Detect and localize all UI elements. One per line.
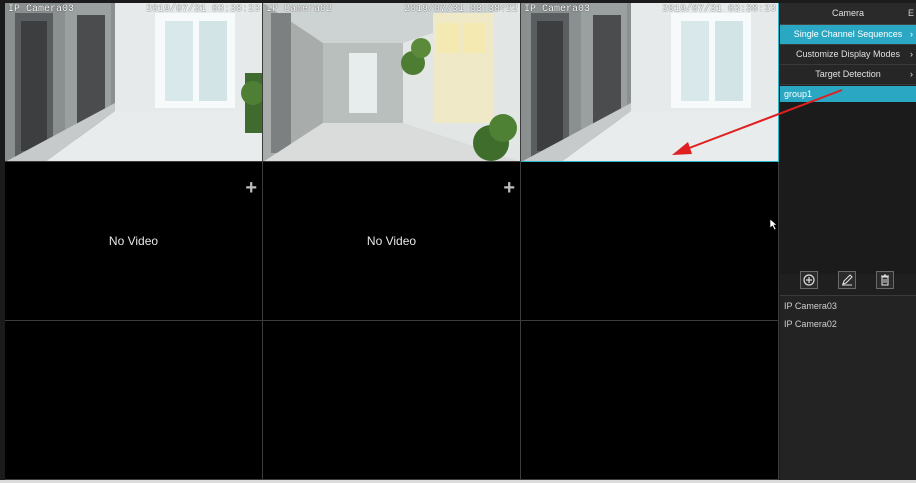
menu-item-label: Target Detection [815,69,881,79]
no-video-label: No Video [366,234,417,248]
tab-camera[interactable]: Camera E [780,3,916,25]
add-camera-icon[interactable]: + [503,178,515,198]
group-toolbar [780,269,916,293]
camera-list-item[interactable]: IP Camera03 [780,298,916,314]
menu-single-channel-sequences[interactable]: Single Channel Sequences › [780,25,916,45]
video-cell-1[interactable]: IP Camera03 2019/07/31 03:38:23 [5,3,263,162]
chevron-right-icon: › [910,29,913,39]
no-video-label: No Video [108,234,159,248]
video-cell-9[interactable] [521,321,779,480]
video-cell-4[interactable]: + No Video [5,162,263,321]
menu-customize-display-modes[interactable]: Customize Display Modes › [780,45,916,65]
video-cell-7[interactable] [5,321,263,480]
camera-feed-image [5,3,262,161]
camera-feed-image [521,3,778,161]
group-list-area [780,102,916,274]
chevron-right-icon: › [910,69,913,79]
video-cell-6[interactable] [521,162,779,321]
tab-second[interactable]: E [908,3,914,24]
menu-item-label: Single Channel Sequences [793,29,903,39]
menu-target-detection[interactable]: Target Detection › [780,65,916,85]
delete-icon[interactable] [876,271,894,289]
video-grid: IP Camera03 2019/07/31 03:38:23 IP Camer… [5,3,779,480]
video-cell-8[interactable] [263,321,521,480]
side-panel: Camera E Single Channel Sequences › Cust… [780,3,916,481]
menu-item-label: Customize Display Modes [795,49,901,59]
camera-name-label: IP Camera02 [266,4,333,15]
group-list-item[interactable]: group1 [780,86,916,102]
mouse-cursor-icon [770,219,778,231]
tab-camera-label: Camera [831,8,864,18]
video-cell-2[interactable]: IP Camera02 2019/07/31 03:38:22 [263,3,521,162]
camera-list-item[interactable]: IP Camera02 [780,316,916,332]
camera-feed-image [263,3,520,161]
camera-name-label: IP Camera03 [8,4,75,15]
video-cell-5[interactable]: + No Video [263,162,521,321]
add-icon[interactable] [800,271,818,289]
camera-name-label: IP Camera03 [524,4,591,15]
camera-timestamp: 2019/07/31 03:38:22 [403,4,518,15]
add-camera-icon[interactable]: + [245,178,257,198]
camera-list: IP Camera03 IP Camera02 [780,295,916,481]
camera-timestamp: 2019/07/31 03:38:23 [661,4,776,15]
video-cell-3[interactable]: IP Camera03 2019/07/31 03:38:23 [521,3,779,162]
camera-timestamp: 2019/07/31 03:38:23 [145,4,260,15]
chevron-right-icon: › [910,49,913,59]
edit-icon[interactable] [838,271,856,289]
